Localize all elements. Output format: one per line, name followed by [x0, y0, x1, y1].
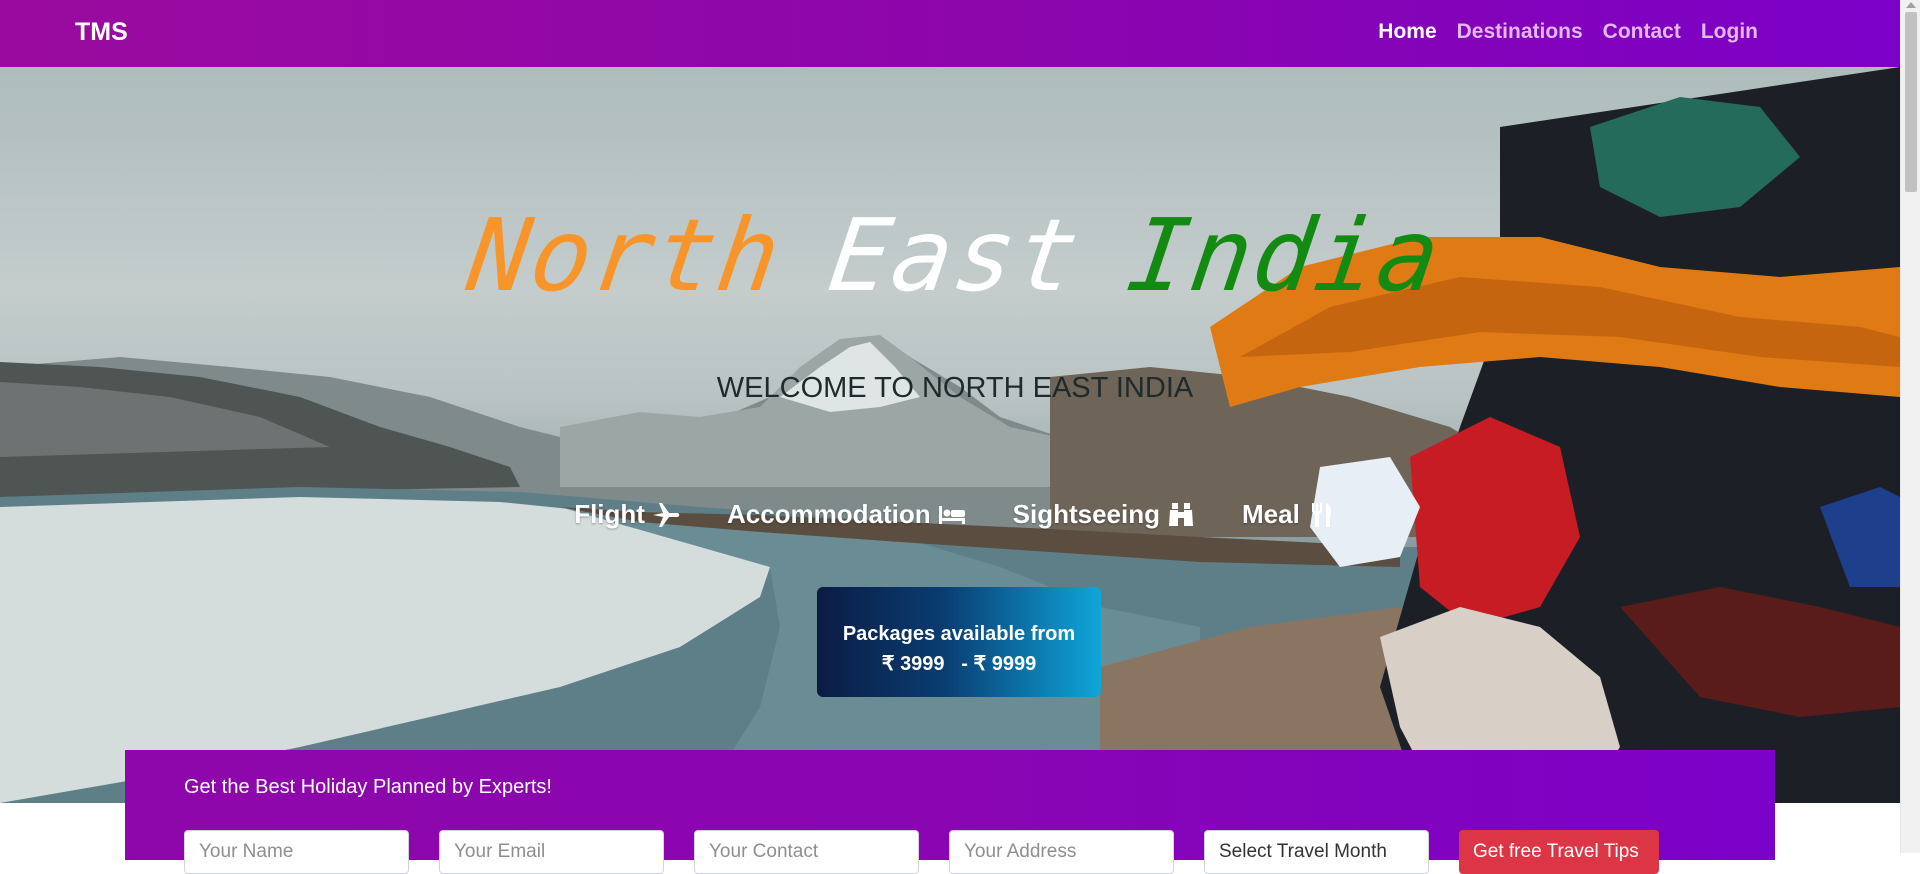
- hero-title-word-india: India: [1121, 197, 1449, 314]
- feature-sightseeing: Sightseeing: [1013, 499, 1196, 530]
- hero-title-word-north: North: [461, 197, 789, 314]
- hero-section: North East India WELCOME TO NORTH EAST IND…: [0, 67, 1900, 803]
- hero-title: North East India: [0, 197, 1900, 314]
- page-scrollbar[interactable]: [1900, 0, 1920, 853]
- welcome-heading: WELCOME TO NORTH EAST INDIA: [716, 372, 1194, 404]
- scrollbar-thumb[interactable]: [1905, 12, 1917, 192]
- feature-sightseeing-label: Sightseeing: [1012, 499, 1160, 529]
- nav-link-contact[interactable]: Contact: [1603, 20, 1681, 44]
- address-field[interactable]: Your Address: [949, 830, 1174, 874]
- contact-field[interactable]: Your Contact: [694, 830, 919, 874]
- email-field[interactable]: Your Email: [439, 830, 664, 874]
- package-price-banner: Packages available from ₹ 3999 - ₹ 9999: [817, 587, 1101, 697]
- holiday-enquiry-form: Get the Best Holiday Planned by Experts!…: [125, 750, 1775, 874]
- feature-meal-label: Meal: [1242, 499, 1300, 529]
- top-navbar: TMS Home Destinations Contact Login: [0, 0, 1900, 67]
- form-fields-row: Your Name Your Email Your Contact Your A…: [184, 830, 1659, 874]
- feature-accommodation-label: Accommodation: [726, 499, 931, 529]
- feature-flight-label: Flight: [574, 499, 645, 529]
- feature-list: Flight Accommodation Sightseeing Meal: [0, 499, 1900, 530]
- feature-flight: Flight: [574, 499, 681, 530]
- package-line-1: Packages available from: [842, 623, 1076, 645]
- name-field[interactable]: Your Name: [184, 830, 409, 874]
- scroll-up-arrow-icon[interactable]: [1906, 2, 1916, 8]
- utensils-icon: [1311, 502, 1332, 527]
- feature-accommodation: Accommodation: [727, 499, 967, 530]
- nav-link-login[interactable]: Login: [1701, 20, 1758, 44]
- travel-month-select[interactable]: Select Travel Month: [1204, 830, 1429, 874]
- hero-title-word-east: East: [822, 197, 1088, 314]
- bed-icon: [938, 505, 965, 524]
- get-travel-tips-button[interactable]: Get free Travel Tips: [1459, 830, 1659, 874]
- form-title: Get the Best Holiday Planned by Experts!: [184, 776, 552, 798]
- brand-logo[interactable]: TMS: [75, 18, 128, 47]
- nav-link-home[interactable]: Home: [1378, 20, 1436, 44]
- feature-meal: Meal: [1242, 499, 1336, 530]
- nav-link-destinations[interactable]: Destinations: [1457, 20, 1583, 44]
- nav-links: Home Destinations Contact Login: [1378, 20, 1758, 44]
- package-price-range: ₹ 3999 - ₹ 9999: [881, 653, 1037, 675]
- plane-icon: [652, 502, 680, 527]
- binoculars-icon: [1169, 502, 1193, 526]
